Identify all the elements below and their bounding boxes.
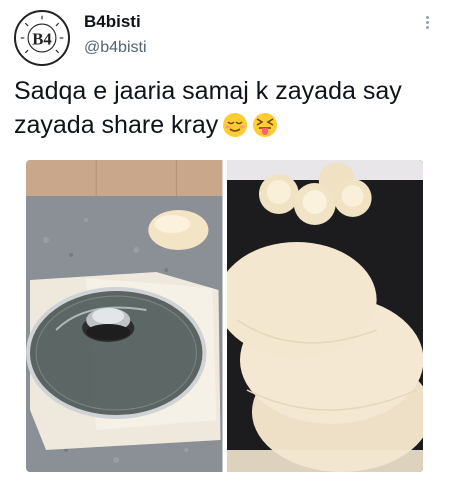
photo-stacked-rotis[interactable] [226, 160, 423, 472]
tweet-text-line-2: zayada share kray [14, 108, 434, 142]
display-name[interactable]: B4bisti [84, 12, 141, 32]
tweet-text-line-2-text: zayada share kray [14, 111, 219, 139]
avatar-logo-text: B4 [32, 30, 52, 49]
tweet-text-line-1: Sadqa e jaaria samaj k zayada say [14, 77, 402, 105]
avatar[interactable]: B4 [14, 10, 70, 66]
tweet-text: Sadqa e jaaria samaj k zayada say zayada… [14, 74, 434, 142]
squinting-tongue-face-icon [253, 113, 278, 137]
relieved-face-icon [223, 113, 248, 137]
photo-dough-with-lid[interactable] [26, 160, 223, 472]
more-options-icon[interactable] [424, 14, 430, 32]
user-handle[interactable]: @b4bisti [84, 39, 147, 57]
tweet-media[interactable] [26, 160, 423, 472]
